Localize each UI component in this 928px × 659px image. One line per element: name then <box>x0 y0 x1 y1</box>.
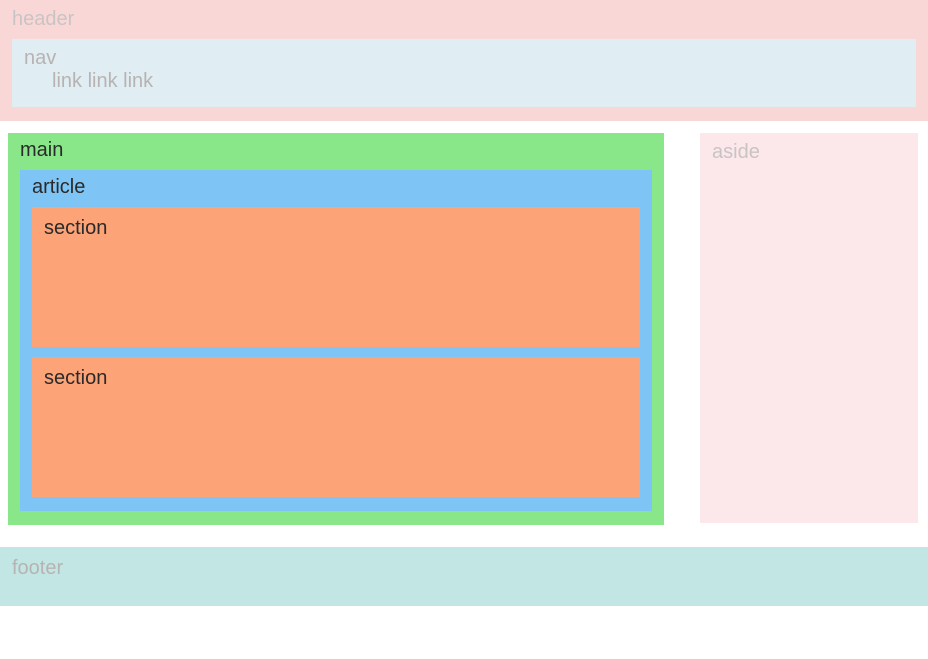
section-label: section <box>44 367 628 390</box>
nav-link[interactable]: link <box>52 70 82 92</box>
section-region: section <box>32 357 640 497</box>
header-label: header <box>12 8 916 31</box>
nav-links: link link link <box>24 70 904 93</box>
nav-label: nav <box>24 47 904 70</box>
aside-label: aside <box>712 141 906 164</box>
footer-region: footer <box>0 547 928 606</box>
content-row: main article section section aside <box>0 121 928 525</box>
section-label: section <box>44 217 628 240</box>
header-region: header nav link link link <box>0 0 928 121</box>
aside-region: aside <box>700 133 918 523</box>
footer-label: footer <box>12 557 916 580</box>
nav-link[interactable]: link <box>88 70 118 92</box>
main-label: main <box>20 139 652 162</box>
nav-link[interactable]: link <box>123 70 153 92</box>
section-region: section <box>32 207 640 347</box>
article-label: article <box>32 176 640 199</box>
nav-region: nav link link link <box>12 39 916 107</box>
main-region: main article section section <box>8 133 664 525</box>
article-region: article section section <box>20 170 652 511</box>
